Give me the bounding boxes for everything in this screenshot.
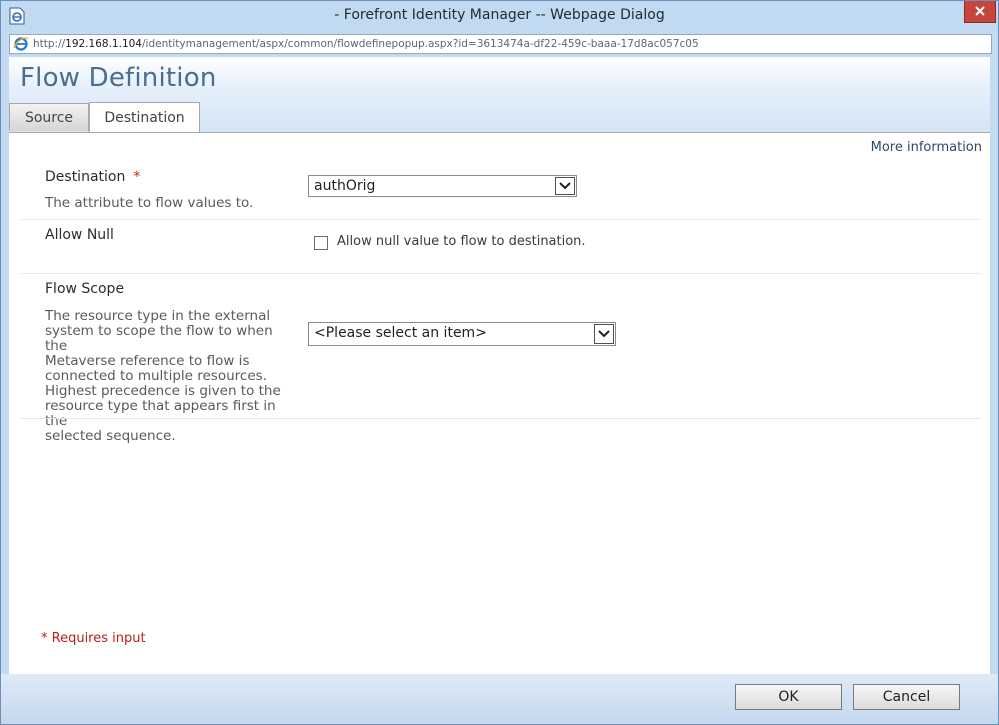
close-button[interactable] [964,1,996,23]
flow-scope-description: The resource type in the external system… [45,308,281,444]
destination-select[interactable]: authOrig [308,175,577,197]
ok-button[interactable]: OK [735,684,842,710]
close-icon [974,2,986,21]
allow-null-checkbox[interactable] [314,236,328,250]
more-information-link[interactable]: More information [871,140,982,155]
destination-select-value: authOrig [314,178,376,194]
ie-icon [13,36,29,52]
dialog-window: - Forefront Identity Manager -- Webpage … [0,0,999,725]
row-divider [21,273,981,274]
allow-null-checkbox-label: Allow null value to flow to destination. [337,234,586,249]
tab-source[interactable]: Source [9,103,89,131]
title-bar[interactable]: - Forefront Identity Manager -- Webpage … [1,1,998,31]
destination-label: Destination * [45,169,141,185]
flow-scope-select-value: <Please select an item> [314,325,487,341]
dialog-footer: OK Cancel [1,674,998,724]
chevron-down-icon [594,324,614,344]
window-title: - Forefront Identity Manager -- Webpage … [334,7,665,23]
flow-scope-select[interactable]: <Please select an item> [308,322,616,346]
page-title: Flow Definition [20,63,217,93]
chevron-down-icon [555,177,575,195]
address-bar: http://192.168.1.104/identitymanagement/… [9,34,992,54]
cancel-button[interactable]: Cancel [853,684,960,710]
flow-scope-label: Flow Scope [45,281,125,297]
address-url: http://192.168.1.104/identitymanagement/… [33,38,699,50]
tab-destination[interactable]: Destination [89,102,200,132]
row-divider [21,418,981,419]
destination-description: The attribute to flow values to. [45,195,254,211]
row-divider [21,219,981,220]
allow-null-label: Allow Null [45,227,114,243]
page-header: Flow Definition Source Destination [9,57,990,133]
tab-content: More information Destination * The attrib… [9,132,990,674]
requires-input-note: * Requires input [41,631,146,646]
required-mark: * [133,169,141,185]
